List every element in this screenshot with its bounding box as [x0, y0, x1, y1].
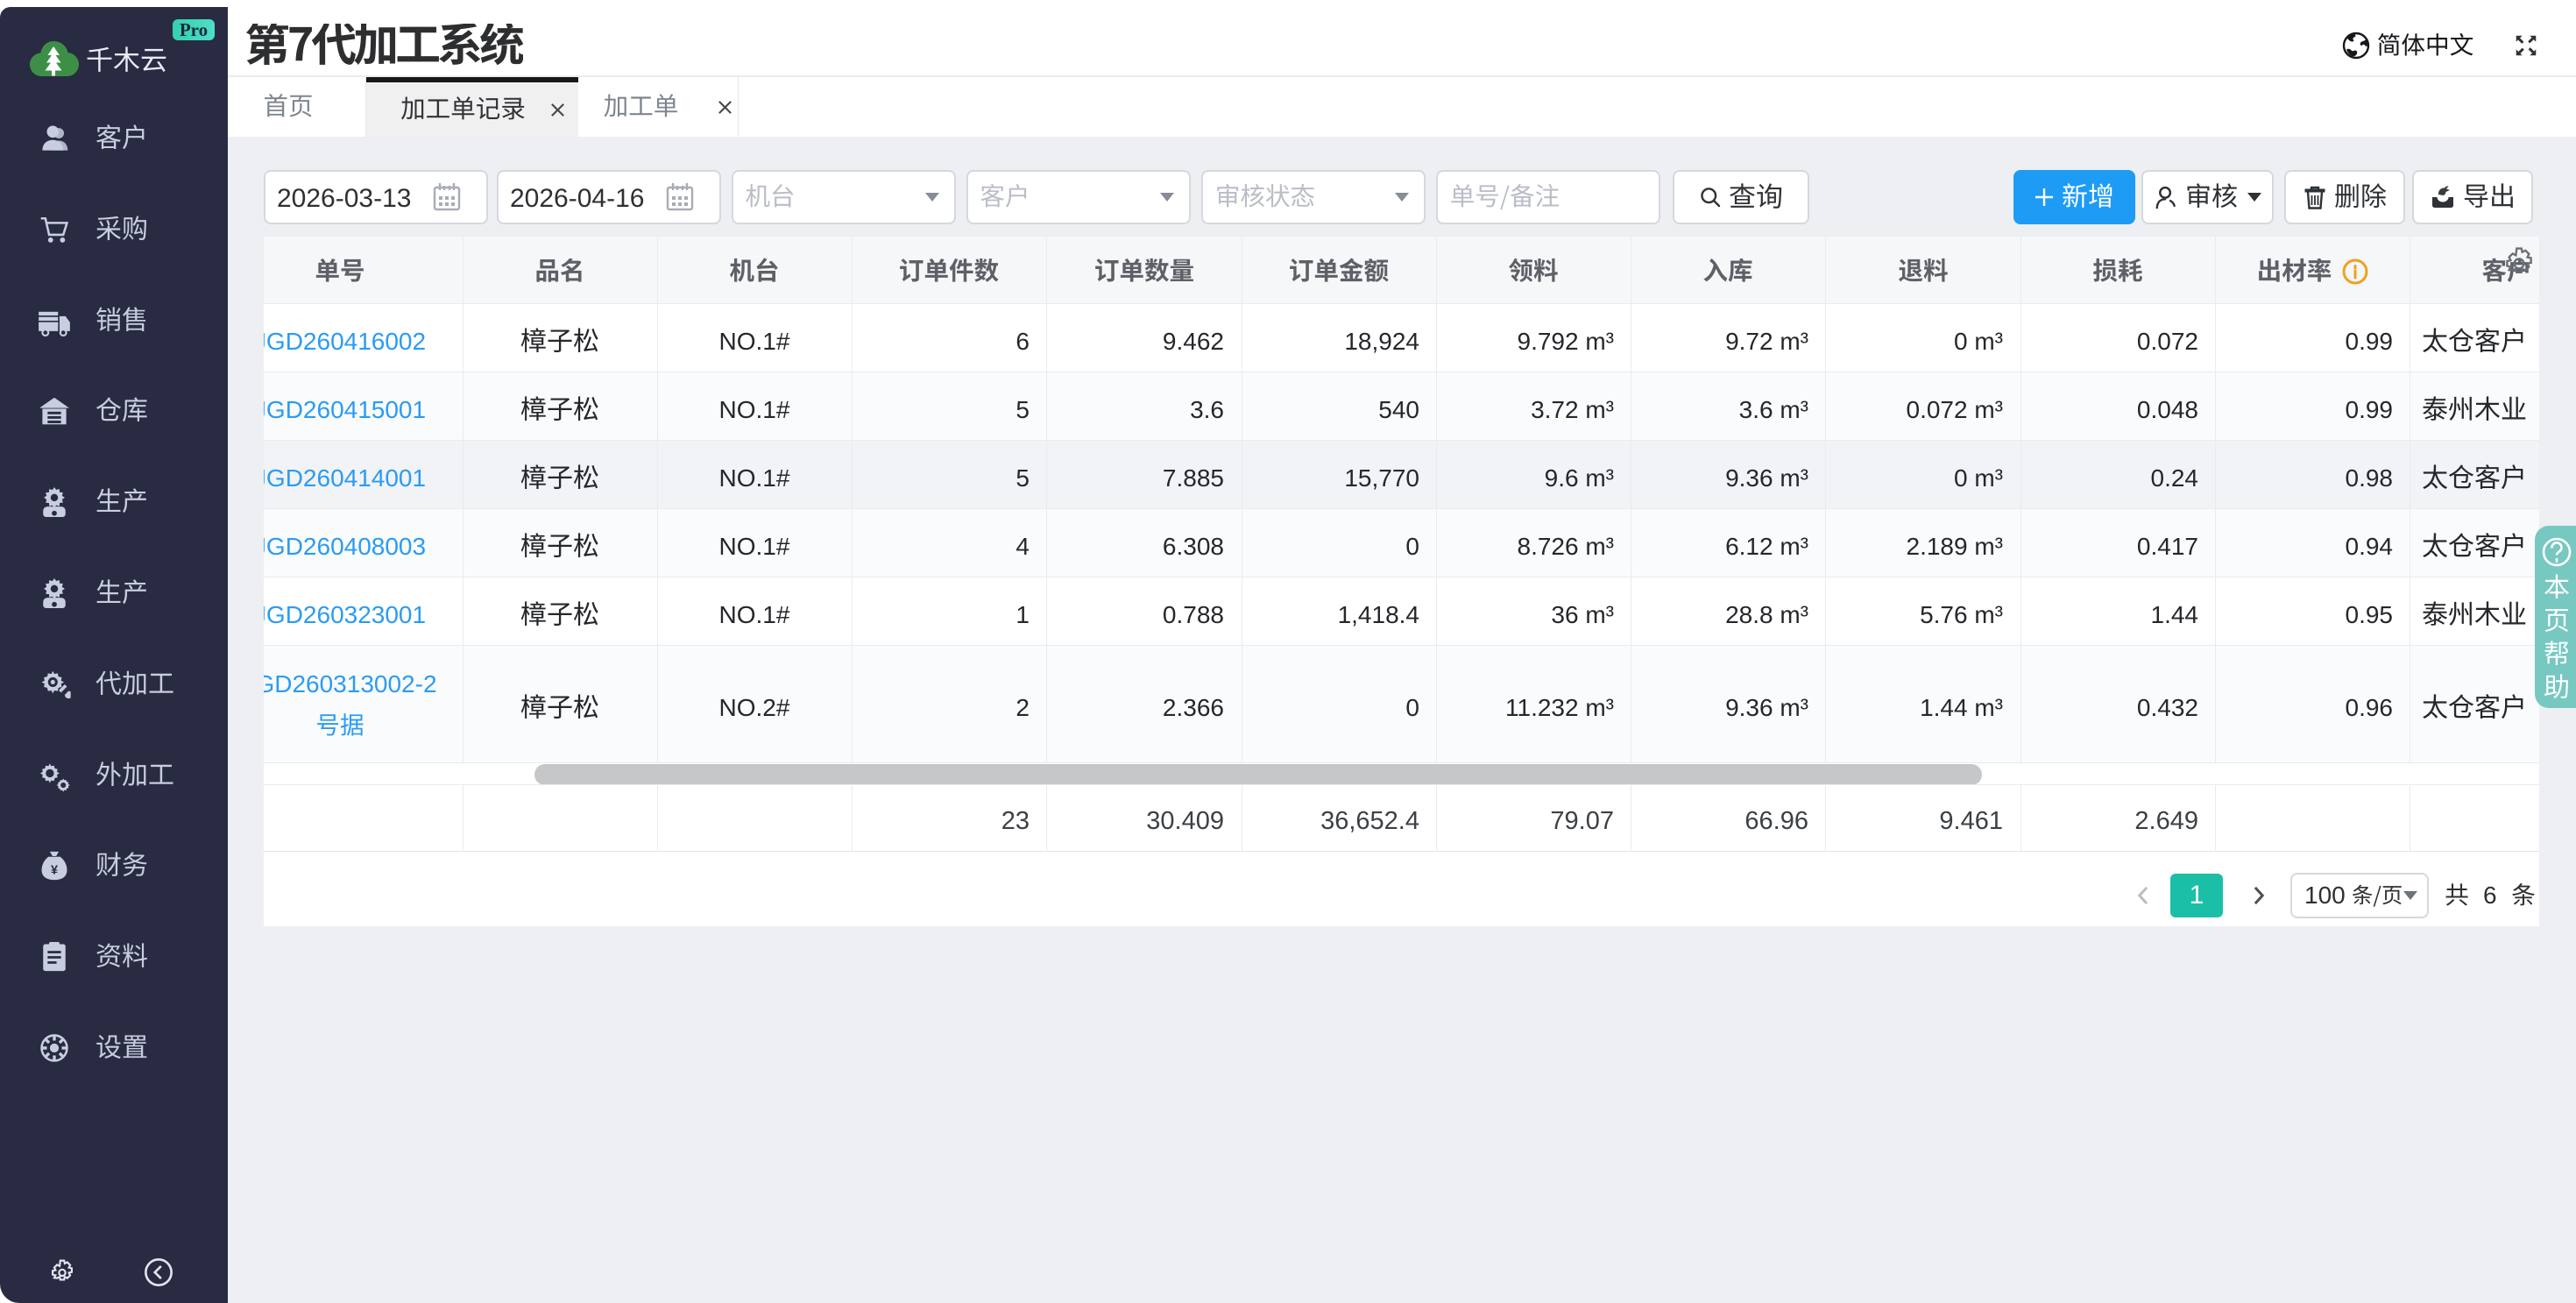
svg-text:¥: ¥: [51, 863, 58, 877]
